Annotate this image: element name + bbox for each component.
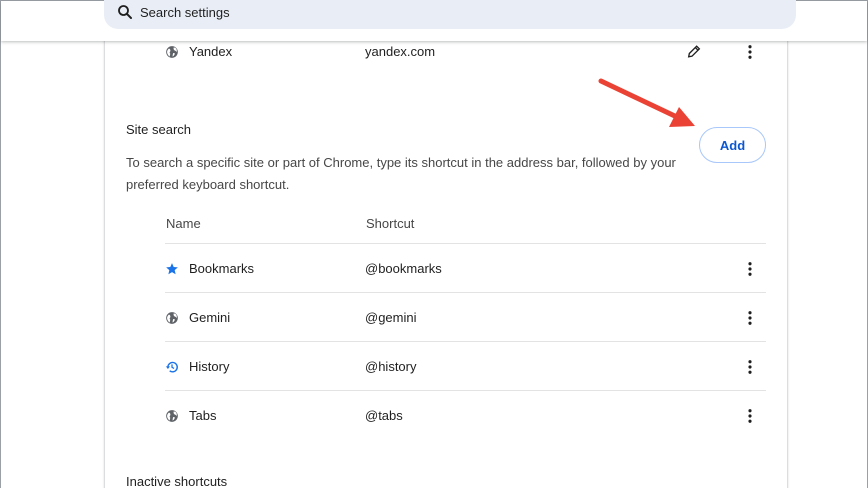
search-input[interactable]: Search settings	[104, 0, 796, 29]
more-vert-icon[interactable]	[742, 310, 758, 326]
globe-icon	[165, 45, 179, 59]
add-button[interactable]: Add	[699, 127, 766, 163]
table-row: Bookmarks @bookmarks	[165, 244, 766, 293]
row-name: History	[189, 359, 230, 374]
annotation-arrow	[598, 78, 695, 127]
globe-icon	[165, 409, 179, 423]
more-vert-icon[interactable]	[742, 408, 758, 424]
search-placeholder: Search settings	[140, 4, 230, 20]
globe-icon	[165, 311, 179, 325]
star-icon	[165, 262, 179, 276]
row-shortcut: @bookmarks	[365, 261, 442, 276]
search-icon	[116, 3, 134, 21]
table-row: Tabs @tabs	[165, 391, 766, 440]
engine-name: Yandex	[189, 44, 233, 59]
row-shortcut: @gemini	[365, 310, 417, 325]
more-vert-icon[interactable]	[742, 261, 758, 277]
row-name: Bookmarks	[189, 261, 255, 276]
row-name: Tabs	[189, 408, 217, 423]
table-row: History @history	[165, 342, 766, 391]
column-header-name: Name	[166, 216, 201, 231]
row-shortcut: @history	[365, 359, 417, 374]
row-shortcut: @tabs	[365, 408, 403, 423]
more-vert-icon[interactable]	[742, 44, 758, 60]
table-row: Gemini @gemini	[165, 293, 766, 342]
row-name: Gemini	[189, 310, 231, 325]
engine-shortcut: yandex.com	[365, 44, 436, 59]
more-vert-icon[interactable]	[742, 359, 758, 375]
site-search-description: To search a specific site or part of Chr…	[126, 155, 676, 192]
history-icon	[165, 360, 179, 374]
pencil-icon[interactable]	[686, 44, 702, 60]
column-header-shortcut: Shortcut	[366, 216, 415, 231]
site-search-title: Site search	[126, 122, 192, 137]
top-bar: Search settings	[1, 0, 867, 41]
inactive-shortcuts-title: Inactive shortcuts	[126, 474, 228, 488]
